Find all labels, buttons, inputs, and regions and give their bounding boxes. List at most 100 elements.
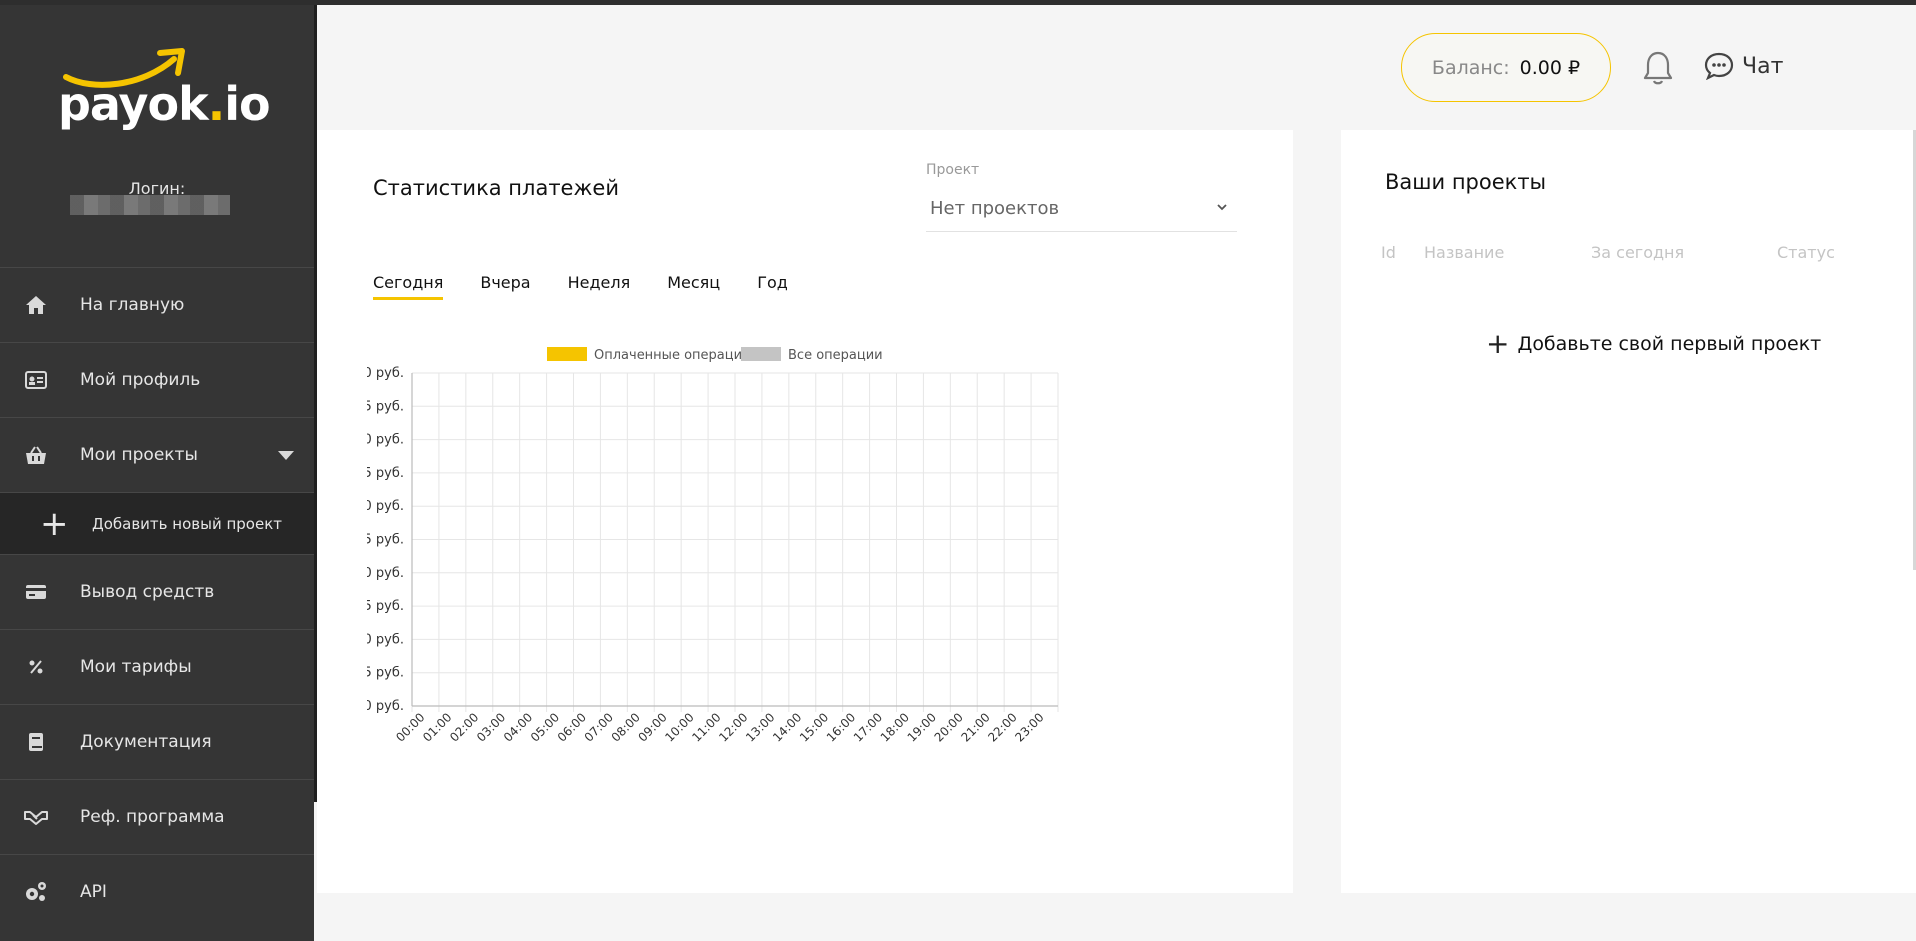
stats-title: Статистика платежей — [373, 176, 619, 200]
sidebar-item-referral[interactable]: Реф. программа — [0, 779, 314, 854]
x-tick-label: 13:00 — [743, 710, 777, 744]
tab-today[interactable]: Сегодня — [373, 273, 444, 300]
sidebar-item-tariffs[interactable]: Мои тарифы — [0, 629, 314, 704]
balance-label: Баланс: — [1431, 56, 1510, 79]
legend-swatch — [741, 347, 781, 361]
book-icon — [24, 730, 48, 754]
home-icon — [24, 293, 48, 317]
x-tick-label: 05:00 — [528, 710, 562, 744]
add-first-project-label: Добавьте свой первый проект — [1517, 333, 1822, 355]
logo-text: payok.io — [58, 77, 271, 131]
caret-down-icon[interactable] — [278, 451, 294, 460]
sidebar-item-label: Мои проекты — [80, 445, 198, 465]
chat-button[interactable]: Чат — [1704, 52, 1783, 80]
y-tick-label: 25 руб. — [367, 533, 404, 548]
login-value-redacted — [70, 195, 230, 215]
sidebar-item-my-projects[interactable]: Мои проекты — [0, 417, 314, 492]
x-tick-label: 04:00 — [501, 710, 535, 744]
sidebar-item-docs[interactable]: Документация — [0, 704, 314, 779]
gears-icon — [24, 880, 48, 904]
x-tick-label: 20:00 — [932, 710, 966, 744]
sidebar-item-label: Документация — [80, 732, 212, 752]
logo[interactable]: payok.io — [58, 47, 271, 137]
column-id: Id — [1381, 243, 1396, 262]
handshake-icon — [24, 805, 48, 829]
sidebar-item-label: Реф. программа — [80, 807, 225, 827]
y-tick-label: 45 руб. — [367, 399, 404, 414]
payment-stats-card: Статистика платежей Проект Нет проектов … — [317, 130, 1293, 893]
column-status: Статус — [1777, 243, 1835, 262]
x-tick-label: 06:00 — [555, 710, 589, 744]
y-tick-label: 30 руб. — [367, 499, 404, 514]
y-tick-label: 10 руб. — [367, 632, 404, 647]
period-tabs: Сегодня Вчера Неделя Месяц Год — [373, 273, 825, 300]
balance-value: 0.00 ₽ — [1519, 56, 1581, 79]
chevron-down-icon — [1217, 204, 1227, 211]
legend-label: Оплаченные операции — [594, 348, 751, 363]
tab-yesterday[interactable]: Вчера — [480, 273, 530, 300]
sidebar-item-label: API — [80, 882, 107, 902]
x-tick-label: 17:00 — [851, 710, 885, 744]
sidebar-item-label: Вывод средств — [80, 582, 215, 602]
tab-year[interactable]: Год — [757, 273, 788, 300]
legend-swatch — [547, 347, 587, 361]
tab-month[interactable]: Месяц — [667, 273, 720, 300]
y-tick-label: 20 руб. — [367, 566, 404, 581]
plus-icon: + — [40, 503, 69, 544]
sidebar-nav: На главную Мой профиль Мои проекты + Доб… — [0, 267, 314, 929]
chat-label: Чат — [1742, 53, 1784, 79]
x-tick-label: 19:00 — [905, 710, 939, 744]
y-tick-label: 50 руб. — [367, 366, 404, 381]
sidebar-item-withdraw[interactable]: Вывод средств — [0, 554, 314, 629]
sidebar-item-api[interactable]: API — [0, 854, 314, 929]
x-tick-label: 10:00 — [662, 710, 696, 744]
y-tick-label: 40 руб. — [367, 433, 404, 448]
project-select-label: Проект — [926, 162, 980, 178]
y-tick-label: 0 руб. — [367, 699, 404, 714]
y-tick-label: 35 руб. — [367, 466, 404, 481]
projects-card: Ваши проекты Id Название За сегодня Стат… — [1341, 130, 1916, 893]
column-name: Название — [1424, 243, 1505, 262]
x-tick-label: 11:00 — [689, 710, 723, 744]
sidebar-item-label: На главную — [80, 295, 185, 315]
basket-icon — [24, 443, 48, 467]
add-first-project-button[interactable]: + Добавьте свой первый проект — [1486, 330, 1821, 358]
legend-label: Все операции — [788, 348, 883, 363]
project-select-value: Нет проектов — [930, 198, 1060, 219]
x-tick-label: 12:00 — [716, 710, 750, 744]
x-tick-label: 09:00 — [635, 710, 669, 744]
x-tick-label: 18:00 — [878, 710, 912, 744]
x-tick-label: 15:00 — [797, 710, 831, 744]
sidebar-item-label: Добавить новый проект — [92, 514, 282, 533]
percent-icon — [24, 655, 48, 679]
sidebar-item-profile[interactable]: Мой профиль — [0, 342, 314, 417]
x-tick-label: 08:00 — [609, 710, 643, 744]
project-select[interactable]: Нет проектов — [926, 186, 1237, 232]
x-tick-label: 22:00 — [985, 710, 1019, 744]
y-tick-label: 15 руб. — [367, 599, 404, 614]
payments-chart: Оплаченные операции Все операции 0 руб. 5 р… — [367, 347, 1059, 745]
x-tick-label: 01:00 — [420, 710, 454, 744]
sidebar-item-add-project[interactable]: + Добавить новый проект — [0, 492, 314, 554]
x-tick-label: 23:00 — [1012, 710, 1046, 744]
x-tick-label: 14:00 — [770, 710, 804, 744]
column-today: За сегодня — [1591, 243, 1685, 262]
y-tick-label: 5 руб. — [367, 666, 404, 681]
credit-card-icon — [24, 580, 48, 604]
balance-pill[interactable]: Баланс: 0.00 ₽ — [1401, 33, 1611, 102]
projects-title: Ваши проекты — [1385, 170, 1547, 194]
x-tick-label: 21:00 — [958, 710, 992, 744]
sidebar-item-label: Мои тарифы — [80, 657, 192, 677]
x-tick-label: 16:00 — [824, 710, 858, 744]
x-tick-label: 00:00 — [393, 710, 427, 744]
x-tick-label: 07:00 — [582, 710, 616, 744]
sidebar-item-home[interactable]: На главную — [0, 267, 314, 342]
plus-icon: + — [1486, 327, 1510, 360]
x-tick-label: 03:00 — [474, 710, 508, 744]
tab-week[interactable]: Неделя — [568, 273, 631, 300]
bell-icon[interactable] — [1642, 50, 1674, 86]
chat-bubble-icon — [1704, 52, 1734, 80]
sidebar: payok.io Логин: На главную Мой профиль М… — [0, 5, 317, 941]
x-tick-label: 02:00 — [447, 710, 481, 744]
sidebar-item-label: Мой профиль — [80, 370, 201, 390]
